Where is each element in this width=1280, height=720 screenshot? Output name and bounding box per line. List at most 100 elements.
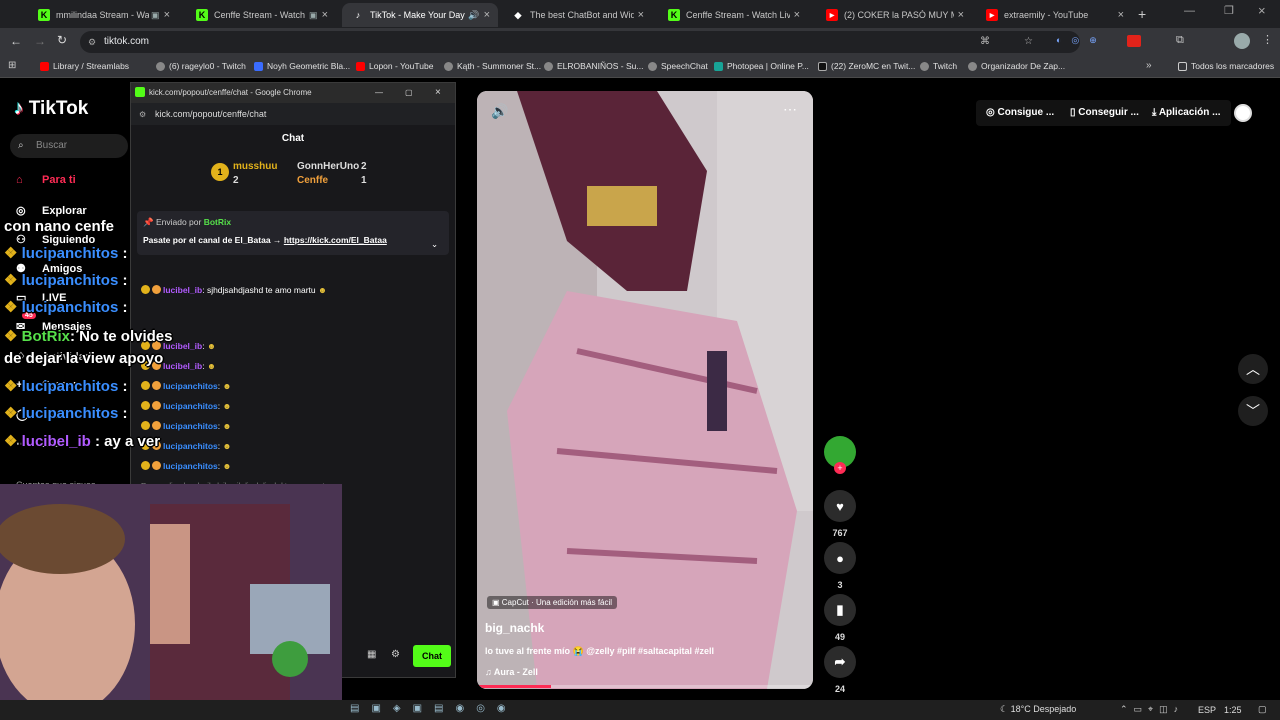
share-action[interactable]: ➦ 24 bbox=[824, 646, 856, 694]
search-input[interactable]: ⌕ Buscar bbox=[10, 134, 128, 158]
nav-explore[interactable]: ◎ Explorar bbox=[16, 204, 87, 218]
popup-address-bar[interactable]: ⚙ kick.com/popout/cenffe/chat bbox=[131, 103, 455, 125]
chat-username[interactable]: lucipanchitos bbox=[163, 421, 218, 431]
tab-title: TikTok - Make Your Day bbox=[370, 10, 465, 20]
gear-icon[interactable]: ⚙ bbox=[391, 649, 400, 660]
weather-widget[interactable]: ☾ 18°C Despejado bbox=[1000, 704, 1076, 715]
browser-tab[interactable]: ◆ The best ChatBot and Widgets × bbox=[502, 3, 652, 27]
all-bookmarks-folder[interactable]: Todos los marcadores bbox=[1178, 61, 1274, 71]
bookmark[interactable]: (22) ZeroMC en Twit... bbox=[818, 61, 915, 71]
extension-puzzle-icon[interactable]: ⧉ bbox=[1176, 34, 1184, 47]
maximize-button[interactable]: ❐ bbox=[1224, 4, 1234, 17]
bookmark[interactable]: (6) rageylo0 - Twitch bbox=[156, 61, 246, 71]
close-icon[interactable]: × bbox=[322, 9, 328, 21]
more-options-icon[interactable]: ⋯ bbox=[783, 101, 797, 118]
tiktok-logo[interactable]: ♪ TikTok bbox=[14, 98, 88, 120]
translate-icon[interactable]: ⌘ bbox=[980, 31, 990, 53]
bookmark[interactable]: Library / Streamlabs bbox=[40, 61, 129, 71]
close-icon[interactable]: × bbox=[638, 9, 644, 21]
site-info-icon[interactable]: ⚙ bbox=[88, 31, 96, 53]
chat-username[interactable]: lucipanchitos bbox=[163, 461, 218, 471]
speaker-icon[interactable]: 🔊 bbox=[468, 10, 479, 21]
bookmark-star-icon[interactable]: ☆ bbox=[1024, 31, 1033, 53]
download-app-button[interactable]: ⤓ Aplicación ... bbox=[1142, 100, 1231, 126]
comment-icon[interactable]: ● bbox=[824, 542, 856, 574]
window-close-button[interactable]: × bbox=[1258, 3, 1266, 18]
chat-username[interactable]: lucipanchitos bbox=[163, 441, 218, 451]
bookmark[interactable]: SpeechChat bbox=[648, 61, 708, 71]
avatar[interactable] bbox=[1234, 33, 1250, 49]
video-player[interactable]: 🔊 ⋯ ▣ CapCut · Una edición más fácil big… bbox=[477, 91, 813, 689]
store-icon[interactable]: ▦ bbox=[367, 649, 376, 660]
menu-icon[interactable]: ⋮ bbox=[1262, 33, 1273, 46]
notifications-icon[interactable]: ▢ bbox=[1258, 704, 1267, 715]
close-icon[interactable]: × bbox=[958, 9, 964, 21]
browser-tab[interactable]: ▶ (2) COKER la PASÓ MUY MAL c × bbox=[816, 3, 972, 27]
bookmark[interactable]: Lopon - YouTube bbox=[356, 61, 433, 71]
pinned-link[interactable]: https://kick.com/El_Bataa bbox=[284, 235, 387, 245]
window-close-button[interactable]: × bbox=[435, 83, 441, 103]
new-tab-button[interactable]: + bbox=[1138, 6, 1146, 22]
nav-for-you[interactable]: ⌂ Para ti bbox=[16, 174, 76, 186]
bookmark[interactable]: Kąth - Summoner St... bbox=[444, 61, 541, 71]
emote-icon: ☻ bbox=[220, 461, 232, 471]
save-action[interactable]: ▮ 49 bbox=[824, 594, 856, 642]
extensions-icons[interactable]: ◐◎⊕ bbox=[1056, 35, 1107, 46]
clock[interactable]: 1:25 bbox=[1224, 705, 1242, 715]
more-bookmarks-icon[interactable]: » bbox=[1146, 60, 1152, 71]
minimize-button[interactable]: — bbox=[375, 83, 383, 103]
chat-send-button[interactable]: Chat bbox=[413, 645, 451, 667]
taskbar-apps[interactable]: ▤▣◈▣▤◉◎◉ bbox=[350, 703, 518, 714]
maximize-button[interactable]: ▢ bbox=[405, 83, 413, 103]
close-icon[interactable]: × bbox=[164, 9, 170, 21]
webcam-frame bbox=[0, 484, 342, 700]
close-icon[interactable]: × bbox=[484, 9, 490, 21]
chat-message: lucipanchitos: ☻ bbox=[141, 421, 231, 431]
follow-button[interactable]: + bbox=[834, 462, 846, 474]
bookmark[interactable]: ELROBANIÑOS - Su... bbox=[544, 61, 643, 71]
capcut-badge[interactable]: ▣ CapCut · Una edición más fácil bbox=[487, 596, 618, 609]
get-coins-button[interactable]: ◎ Consigue ... bbox=[976, 100, 1065, 126]
volume-icon[interactable]: 🔊 bbox=[491, 103, 508, 120]
home-icon: ⌂ bbox=[16, 174, 23, 186]
user-badges bbox=[141, 381, 163, 391]
chat-username[interactable]: lucipanchitos bbox=[163, 381, 218, 391]
comment-action[interactable]: ● 3 bbox=[824, 542, 856, 590]
share-icon[interactable]: ➦ bbox=[824, 646, 856, 678]
chevron-down-icon[interactable]: ⌄ bbox=[431, 239, 438, 250]
close-icon[interactable]: × bbox=[1118, 9, 1124, 21]
apps-icon[interactable]: ⊞ bbox=[8, 60, 16, 71]
like-action[interactable]: ♥ 767 bbox=[824, 490, 856, 538]
bookmark[interactable]: Photopea | Online P... bbox=[714, 61, 809, 71]
progress-bar[interactable] bbox=[477, 685, 813, 688]
get-app-button[interactable]: ▯ Conseguir ... bbox=[1062, 100, 1147, 126]
minimize-button[interactable]: — bbox=[1184, 5, 1195, 17]
back-button[interactable]: ← bbox=[10, 34, 22, 48]
system-tray[interactable]: ⌃▭⌖◫♪ bbox=[1120, 704, 1184, 715]
close-icon[interactable]: × bbox=[794, 9, 800, 21]
chat-username[interactable]: lucibel_ib bbox=[163, 285, 202, 295]
browser-tab[interactable]: K Cenffe Stream - Watch Live on × bbox=[658, 3, 808, 27]
avatar[interactable] bbox=[1234, 104, 1252, 122]
browser-tab-active[interactable]: ♪ TikTok - Make Your Day 🔊 × bbox=[342, 3, 498, 27]
bookmark[interactable]: Noyh Geometric Bla... bbox=[254, 61, 350, 71]
chat-username[interactable]: lucibel_ib bbox=[163, 361, 202, 371]
browser-tab[interactable]: K mmilindaa Stream - Watch ▣ × bbox=[28, 3, 178, 27]
adblock-icon[interactable] bbox=[1127, 35, 1141, 47]
browser-tab[interactable]: K Cenffe Stream - Watch Live ▣ × bbox=[186, 3, 336, 27]
bookmark-icon[interactable]: ▮ bbox=[824, 594, 856, 626]
chat-username[interactable]: lucipanchitos bbox=[163, 401, 218, 411]
next-video-button[interactable]: ﹀ bbox=[1238, 396, 1268, 426]
video-music[interactable]: ♫ Aura - Zell bbox=[485, 667, 538, 677]
bookmark[interactable]: Twitch bbox=[920, 61, 957, 71]
pinned-message[interactable]: 📌 Enviado por BotRix Pasate por el canal… bbox=[137, 211, 449, 255]
language-indicator[interactable]: ESP bbox=[1198, 705, 1216, 715]
browser-tab[interactable]: ▶ extraemily - YouTube × bbox=[976, 3, 1132, 27]
address-bar[interactable]: ⚙ tiktok.com ⌘ ☆ bbox=[80, 31, 1080, 53]
bookmark[interactable]: Organizador De Zap... bbox=[968, 61, 1065, 71]
reload-button[interactable]: ↻ bbox=[57, 33, 67, 47]
previous-video-button[interactable]: ︿ bbox=[1238, 354, 1268, 384]
video-author[interactable]: big_nachk bbox=[485, 621, 544, 635]
heart-icon[interactable]: ♥ bbox=[824, 490, 856, 522]
forward-button[interactable]: → bbox=[34, 34, 46, 48]
